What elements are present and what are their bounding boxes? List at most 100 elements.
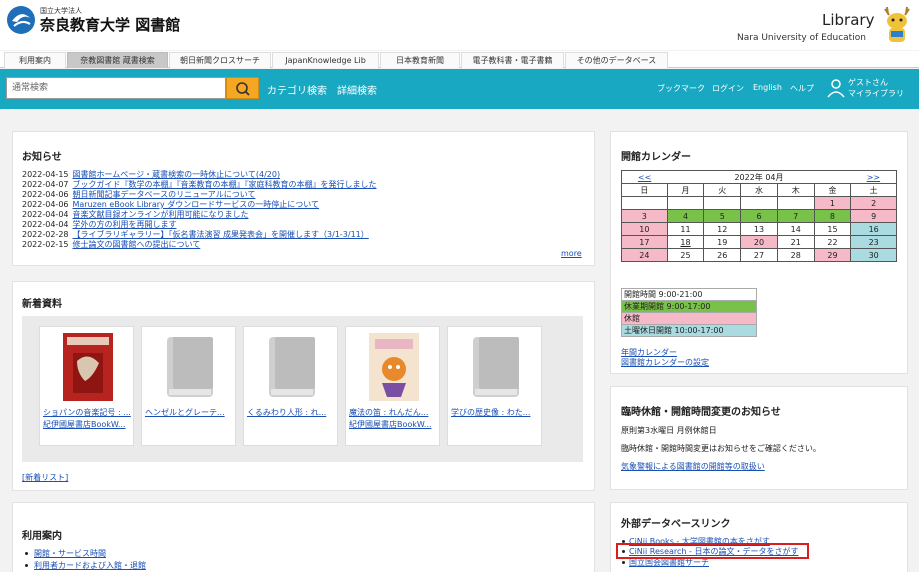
library-en-subtitle: Nara University of Education xyxy=(737,33,866,43)
book-placeholder-icon[interactable] xyxy=(165,333,215,401)
english-link[interactable]: English xyxy=(753,83,782,92)
external-db-title: 外部データベースリンク xyxy=(621,519,731,530)
university-logo-icon[interactable] xyxy=(6,5,36,35)
calendar-day: 30 xyxy=(850,248,897,262)
calendar-day xyxy=(666,196,705,210)
calendar-day: 12 xyxy=(703,222,742,236)
book-placeholder-icon[interactable] xyxy=(471,333,521,401)
site-title[interactable]: 奈良教育大学 図書館 xyxy=(40,14,180,35)
closure-title: 臨時休館・開館時間変更のお知らせ xyxy=(621,407,781,418)
book-title-link[interactable]: 魔法の笛 : れんだん... xyxy=(349,407,439,418)
tab-guide[interactable]: 利用案内 xyxy=(4,52,66,68)
calendar-day: 21 xyxy=(776,235,815,249)
book-title-link[interactable]: ヘンゼルとグレーテ... xyxy=(145,407,235,418)
calendar-day: 28 xyxy=(776,248,815,262)
book-title-link[interactable]: 学びの歴史像 : わた... xyxy=(451,407,541,418)
closure-panel xyxy=(610,386,908,490)
guest-label: ゲストさん xyxy=(848,78,888,87)
book-card[interactable]: ショパンの音楽記号 : ... 紀伊國屋書店BookW... xyxy=(39,326,134,446)
calendar-day: 9 xyxy=(850,209,897,223)
my-library-link[interactable]: マイライブラリ xyxy=(848,88,904,99)
user-icon[interactable] xyxy=(826,78,846,98)
search-icon xyxy=(236,82,250,96)
calendar-day: 20 xyxy=(740,235,778,249)
legend-item: 休業期開館 9:00-17:00 xyxy=(621,300,757,313)
calendar-month: 2022年 04月 xyxy=(667,170,851,184)
search-button[interactable] xyxy=(226,77,259,99)
book-card[interactable]: ヘンゼルとグレーテ... xyxy=(141,326,236,446)
tab-other-databases[interactable]: その他のデータベース xyxy=(565,52,668,68)
deer-mascot-icon xyxy=(884,6,910,42)
calendar-day: 22 xyxy=(813,235,852,249)
calendar-prev-link[interactable]: << xyxy=(621,170,668,184)
guide-card-link[interactable]: 利用者カードおよび入館・退館 xyxy=(34,560,146,571)
news-item[interactable]: 2022-04-06 朝日新聞記事データベースのリニューアルについて xyxy=(22,189,255,199)
calendar-day: 1 xyxy=(813,196,852,210)
calendar-day xyxy=(621,196,668,210)
book-cover-image[interactable] xyxy=(63,333,113,401)
search-bar: カテゴリ検索 詳細検索 ブックマーク ログイン English ヘルプ ゲストさ… xyxy=(0,69,919,109)
calendar-day: 11 xyxy=(666,222,705,236)
calendar-weekday: 木 xyxy=(776,183,815,197)
bullet-icon xyxy=(25,552,28,555)
book-title-link[interactable]: くるみわり人形 : れ... xyxy=(247,407,337,418)
calendar-day: 23 xyxy=(850,235,897,249)
new-books-title: 新着資料 xyxy=(22,299,62,310)
calendar-weekday: 月 xyxy=(666,183,705,197)
calendar-day: 4 xyxy=(666,209,705,223)
calendar-settings-link[interactable]: 図書館カレンダーの設定 xyxy=(621,357,709,368)
weather-warning-link[interactable]: 気象警報による図書館の開館等の取扱い xyxy=(621,461,765,472)
help-link[interactable]: ヘルプ xyxy=(790,83,814,94)
category-search-link[interactable]: カテゴリ検索 xyxy=(267,82,327,97)
calendar-day: 8 xyxy=(813,209,852,223)
tab-ebooks[interactable]: 電子教科書・電子書籍 xyxy=(461,52,564,68)
calendar-day: 29 xyxy=(813,248,852,262)
calendar-day: 13 xyxy=(740,222,778,236)
tab-japanknowledge[interactable]: JapanKnowledge Lib xyxy=(272,52,379,68)
calendar-legend: 開館時間 9:00-21:00 休業期開館 9:00-17:00 休館 土曜休日開館 … xyxy=(621,288,757,337)
calendar-day: 2 xyxy=(850,196,897,210)
book-placeholder-icon[interactable] xyxy=(267,333,317,401)
search-input[interactable] xyxy=(6,77,226,99)
news-more-link[interactable]: more xyxy=(561,249,582,258)
advanced-search-link[interactable]: 詳細検索 xyxy=(337,82,377,97)
tab-education-news[interactable]: 日本教育新聞 xyxy=(380,52,460,68)
book-card[interactable]: 学びの歴史像 : わた... xyxy=(447,326,542,446)
news-item[interactable]: 2022-04-07 ブックガイド『数学の本棚』『音楽教育の本棚』『家庭科教育の本… xyxy=(22,179,377,189)
calendar-weekday: 金 xyxy=(813,183,852,197)
calendar-table: << 2022年 04月 >> 日月火水木金土 1 2 3 4 5 6 7 8 9 10 11 12 1… xyxy=(621,170,897,262)
book-card[interactable]: 魔法の笛 : れんだん... 紀伊國屋書店BookW... xyxy=(345,326,440,446)
calendar-day: 16 xyxy=(850,222,897,236)
calendar-day xyxy=(740,196,778,210)
new-books-list-link[interactable]: [新着リスト] xyxy=(22,472,68,483)
news-item[interactable]: 2022-04-04 学外の方の利用を再開します xyxy=(22,219,177,229)
news-item[interactable]: 2022-02-28 【ライブラリギャラリー】「仮名書法演習 成果発表会」を開催し… xyxy=(22,229,369,239)
calendar-day: 14 xyxy=(776,222,815,236)
guide-hours-link[interactable]: 開館・サービス時間 xyxy=(34,548,106,559)
bookmark-link[interactable]: ブックマーク xyxy=(657,83,705,94)
news-item[interactable]: 2022-02-15 修士論文の図書館への提出について xyxy=(22,239,200,249)
book-cover-image[interactable] xyxy=(369,333,419,401)
legend-item: 土曜休日開館 10:00-17:00 xyxy=(621,324,757,337)
book-publisher-link[interactable]: 紀伊國屋書店BookW... xyxy=(349,419,439,430)
news-item[interactable]: 2022-04-15 図書館ホームページ・蔵書検索の一時休止について(4/20) xyxy=(22,169,280,179)
news-item[interactable]: 2022-04-04 音楽文献目録オンラインが利用可能になりました xyxy=(22,209,249,219)
calendar-day: 7 xyxy=(776,209,815,223)
new-books-carousel: ショパンの音楽記号 : ... 紀伊國屋書店BookW... ヘンゼルとグレーテ… xyxy=(22,316,583,462)
tab-opac[interactable]: 奈教図書館 蔵書検索 xyxy=(67,52,168,68)
calendar-weekday: 火 xyxy=(703,183,742,197)
book-title-link[interactable]: ショパンの音楽記号 : ... xyxy=(43,407,133,418)
news-item[interactable]: 2022-04-06 Maruzen eBook Library ダウンロードサー… xyxy=(22,199,319,209)
closure-regular-text: 原則第3水曜日 月例休館日 xyxy=(621,426,717,435)
calendar-next-link[interactable]: >> xyxy=(850,170,897,184)
legend-item: 休館 xyxy=(621,312,757,325)
book-card[interactable]: くるみわり人形 : れ... xyxy=(243,326,338,446)
news-title: お知らせ xyxy=(22,152,62,163)
site-header: 国立大学法人 奈良教育大学 図書館 Library Nara Universit… xyxy=(0,0,919,50)
highlight-box xyxy=(616,543,809,559)
calendar-day: 25 xyxy=(666,248,705,262)
login-link[interactable]: ログイン xyxy=(712,83,744,94)
book-publisher-link[interactable]: 紀伊國屋書店BookW... xyxy=(43,419,133,430)
calendar-day: 26 xyxy=(703,248,742,262)
tab-asahi[interactable]: 朝日新聞クロスサーチ xyxy=(169,52,271,68)
